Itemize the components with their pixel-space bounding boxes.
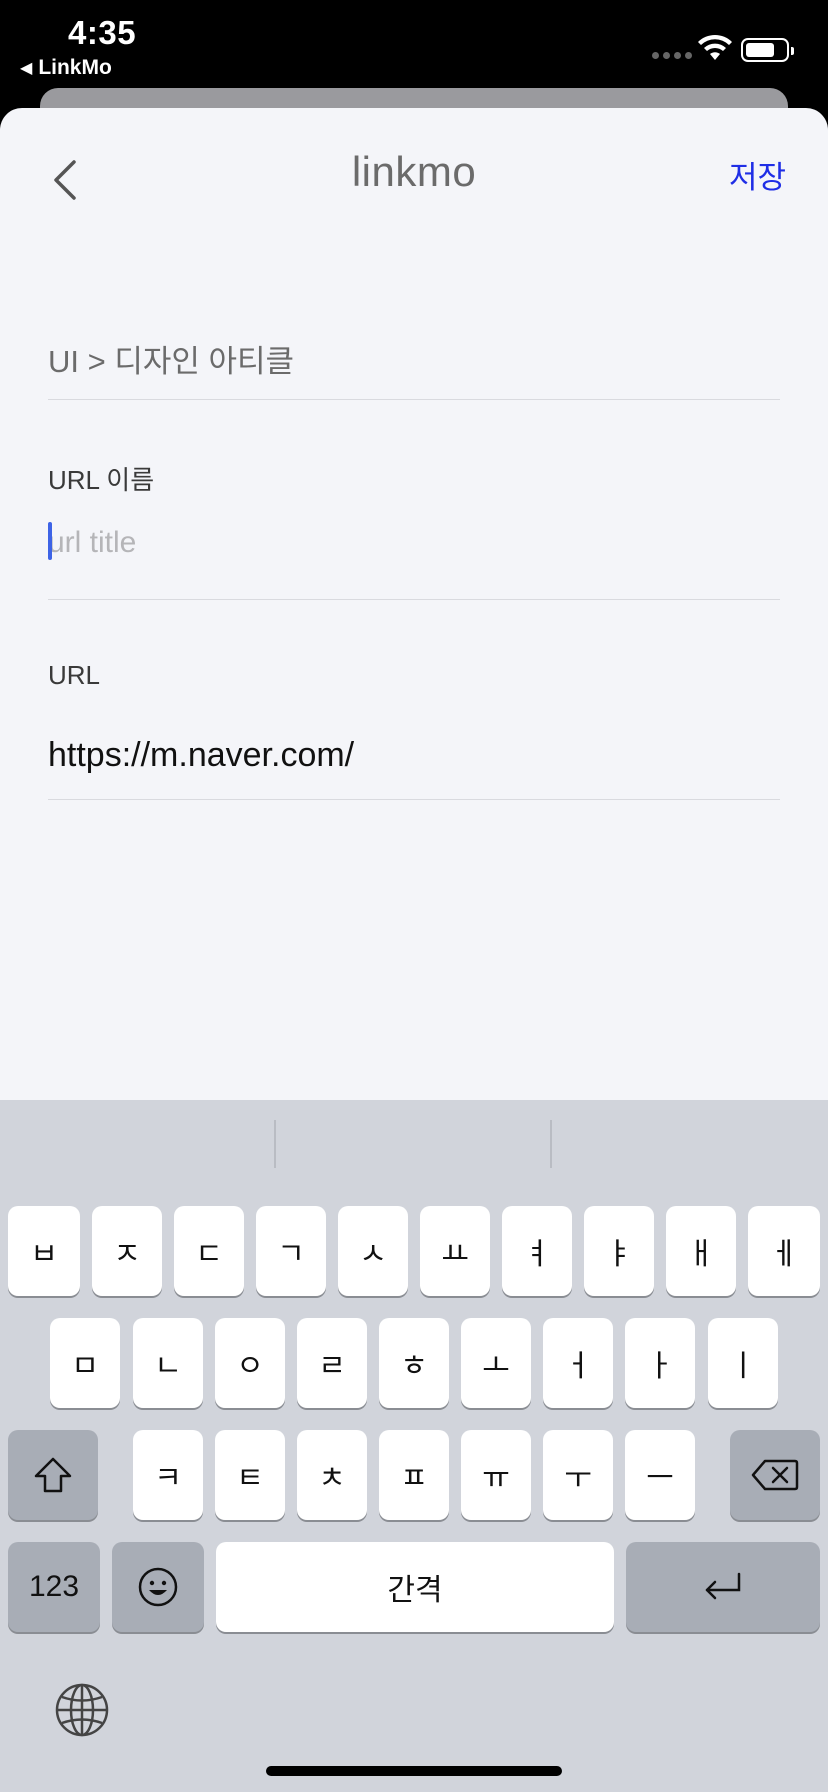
back-to-app-link[interactable]: ◀ LinkMo bbox=[20, 56, 112, 80]
key-ch[interactable]: ㅊ bbox=[297, 1430, 367, 1520]
text-caret bbox=[48, 522, 52, 560]
key-yo[interactable]: ㅛ bbox=[420, 1206, 490, 1296]
key-u[interactable]: ㅜ bbox=[543, 1430, 613, 1520]
signal-icon bbox=[652, 52, 692, 59]
back-app-label: LinkMo bbox=[38, 56, 112, 79]
back-triangle-icon: ◀ bbox=[20, 60, 33, 77]
emoji-key[interactable] bbox=[112, 1542, 204, 1632]
space-key[interactable]: 간격 bbox=[216, 1542, 614, 1632]
wifi-icon bbox=[698, 34, 732, 60]
app-title: linkmo bbox=[351, 148, 477, 195]
key-eu[interactable]: ㅡ bbox=[625, 1430, 695, 1520]
prediction-divider bbox=[274, 1120, 276, 1168]
key-i[interactable]: ㅣ bbox=[708, 1318, 778, 1408]
backspace-icon bbox=[751, 1459, 799, 1491]
key-e[interactable]: ㅔ bbox=[748, 1206, 820, 1296]
url-field[interactable]: https://m.naver.com/ bbox=[48, 704, 780, 800]
key-p[interactable]: ㅍ bbox=[379, 1430, 449, 1520]
numbers-key[interactable]: 123 bbox=[8, 1542, 100, 1632]
category-selector[interactable]: UI > 디자인 아티클 bbox=[48, 318, 780, 400]
url-label: URL bbox=[48, 660, 101, 690]
korean-keyboard: ㅂ ㅈ ㄷ ㄱ ㅅ ㅛ ㅕ ㅑ ㅐ ㅔ ㅁ ㄴ ㅇ ㄹ ㅎ ㅗ ㅓ ㅏ ㅣ ㅋ … bbox=[0, 1100, 828, 1792]
key-t[interactable]: ㅌ bbox=[215, 1430, 285, 1520]
key-ya[interactable]: ㅑ bbox=[584, 1206, 654, 1296]
return-key[interactable] bbox=[626, 1542, 820, 1632]
key-ae[interactable]: ㅐ bbox=[666, 1206, 736, 1296]
key-g[interactable]: ㄱ bbox=[256, 1206, 326, 1296]
return-icon bbox=[705, 1572, 741, 1600]
backspace-key[interactable] bbox=[730, 1430, 820, 1520]
url-title-field bbox=[48, 508, 780, 600]
key-a[interactable]: ㅏ bbox=[625, 1318, 695, 1408]
emoji-icon bbox=[138, 1567, 178, 1607]
key-ng[interactable]: ㅇ bbox=[215, 1318, 285, 1408]
key-eo[interactable]: ㅓ bbox=[543, 1318, 613, 1408]
url-title-input[interactable] bbox=[48, 508, 780, 578]
key-d[interactable]: ㄷ bbox=[174, 1206, 244, 1296]
url-value[interactable]: https://m.naver.com/ bbox=[48, 704, 780, 775]
prediction-divider bbox=[550, 1120, 552, 1168]
key-n[interactable]: ㄴ bbox=[133, 1318, 203, 1408]
battery-icon bbox=[741, 38, 794, 62]
key-m[interactable]: ㅁ bbox=[50, 1318, 120, 1408]
key-k[interactable]: ㅋ bbox=[133, 1430, 203, 1520]
key-r[interactable]: ㄹ bbox=[297, 1318, 367, 1408]
key-b[interactable]: ㅂ bbox=[8, 1206, 80, 1296]
key-yu[interactable]: ㅠ bbox=[461, 1430, 531, 1520]
key-o[interactable]: ㅗ bbox=[461, 1318, 531, 1408]
key-j[interactable]: ㅈ bbox=[92, 1206, 162, 1296]
shift-icon bbox=[34, 1457, 72, 1493]
url-name-label: URL 이름 bbox=[48, 465, 155, 495]
shift-key[interactable] bbox=[8, 1430, 98, 1520]
key-s[interactable]: ㅅ bbox=[338, 1206, 408, 1296]
status-time: 4:35 bbox=[68, 14, 137, 51]
save-button[interactable]: 저장 bbox=[729, 152, 786, 197]
home-indicator[interactable] bbox=[266, 1766, 562, 1776]
key-h[interactable]: ㅎ bbox=[379, 1318, 449, 1408]
key-yeo[interactable]: ㅕ bbox=[502, 1206, 572, 1296]
globe-icon[interactable] bbox=[54, 1682, 110, 1738]
